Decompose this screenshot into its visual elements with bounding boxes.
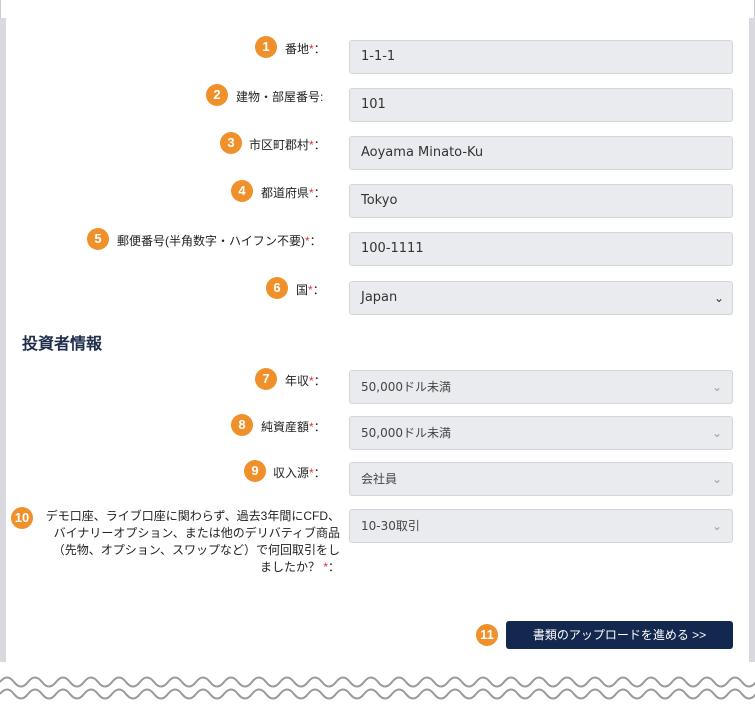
step-badge: 5: [87, 228, 109, 250]
postal-code-label: 郵便番号(半角数字・ハイフン不要)*：: [117, 232, 322, 249]
step-badge: 2: [206, 84, 228, 106]
label-text: 市区町郡村: [249, 138, 310, 152]
label-text: 番地: [285, 42, 310, 56]
label-colon: ：: [313, 42, 326, 56]
postal-code-input[interactable]: 100-1111: [349, 232, 733, 266]
step-badge: 1: [255, 36, 277, 58]
net-worth-value: 50,000ドル未満: [361, 426, 451, 440]
income-source-label: 収入源*：: [273, 464, 326, 481]
address-line-label: 番地*：: [285, 40, 326, 57]
label-text: 郵便番号(半角数字・ハイフン不要): [117, 234, 305, 248]
annual-income-select[interactable]: 50,000ドル未満 ⌄: [349, 370, 733, 404]
building-room-input[interactable]: 101: [349, 88, 733, 122]
step-badge: 4: [231, 180, 253, 202]
income-source-select[interactable]: 会社員 ⌄: [349, 462, 733, 496]
chevron-down-icon: ⌄: [713, 291, 724, 305]
step-badge: 7: [255, 368, 277, 390]
chevron-down-icon: ⌄: [711, 519, 722, 533]
step-badge: 8: [231, 414, 253, 436]
address-line-input[interactable]: 1-1-1: [349, 40, 733, 74]
trading-experience-value: 10-30取引: [361, 519, 420, 533]
country-select[interactable]: Japan ⌄: [349, 281, 733, 315]
prefecture-input[interactable]: Tokyo: [349, 184, 733, 218]
step-badge: 3: [220, 132, 242, 154]
label-line: デモ口座、ライブ口座に関わらず、過去3年間にCFD、: [45, 509, 340, 523]
step-badge: 9: [244, 460, 266, 482]
label-text: 純資産額: [261, 420, 310, 434]
net-worth-label: 純資産額*：: [261, 418, 326, 435]
label-colon: ：: [313, 466, 326, 480]
chevron-down-icon: ⌄: [711, 472, 722, 486]
country-label: 国*：: [296, 281, 325, 298]
chevron-down-icon: ⌄: [711, 426, 722, 440]
step-badge: 10: [11, 507, 33, 529]
label-colon: ：: [313, 186, 326, 200]
chevron-down-icon: ⌄: [711, 380, 722, 394]
city-label: 市区町郡村*：: [249, 136, 326, 153]
building-room-label: 建物・部屋番号:: [236, 88, 323, 105]
window-frame-right: [749, 18, 755, 670]
label-line: （先物、オプション、スワップなど）で何回取引をし: [52, 543, 340, 557]
label-text: 国: [296, 283, 309, 297]
label-colon: ：: [312, 283, 325, 297]
label-line: バイナリーオプション、または他のデリバティブ商品: [53, 526, 340, 540]
label-text: 建物・部屋番号:: [236, 90, 324, 104]
annual-income-value: 50,000ドル未満: [361, 380, 451, 394]
label-text: ましたか？: [259, 560, 320, 574]
country-select-value: Japan: [361, 290, 398, 305]
step-badge: 6: [266, 277, 288, 299]
label-colon: ：: [313, 374, 326, 388]
step-badge: 11: [476, 624, 498, 646]
label-line-last: ましたか？ *：: [34, 559, 340, 576]
label-colon: ：: [313, 138, 326, 152]
proceed-upload-button[interactable]: 書類のアップロードを進める >>: [506, 621, 733, 649]
window-frame-left: [0, 18, 6, 670]
torn-edge-decoration: [0, 662, 755, 710]
label-text: 収入源: [273, 466, 310, 480]
section-title: 投資者情報: [22, 336, 103, 353]
label-colon: ：: [309, 234, 322, 248]
city-input[interactable]: Aoyama Minato-Ku: [349, 136, 733, 170]
annual-income-label: 年収*：: [285, 372, 326, 389]
label-colon: ：: [313, 420, 326, 434]
trading-experience-select[interactable]: 10-30取引 ⌄: [349, 509, 733, 543]
label-text: 年収: [285, 374, 310, 388]
trading-experience-label: デモ口座、ライブ口座に関わらず、過去3年間にCFD、 バイナリーオプション、また…: [34, 508, 340, 576]
net-worth-select[interactable]: 50,000ドル未満 ⌄: [349, 416, 733, 450]
label-text: 都道府県: [261, 186, 310, 200]
prefecture-label: 都道府県*：: [261, 184, 326, 201]
label-colon: ：: [327, 560, 340, 574]
income-source-value: 会社員: [361, 472, 398, 486]
